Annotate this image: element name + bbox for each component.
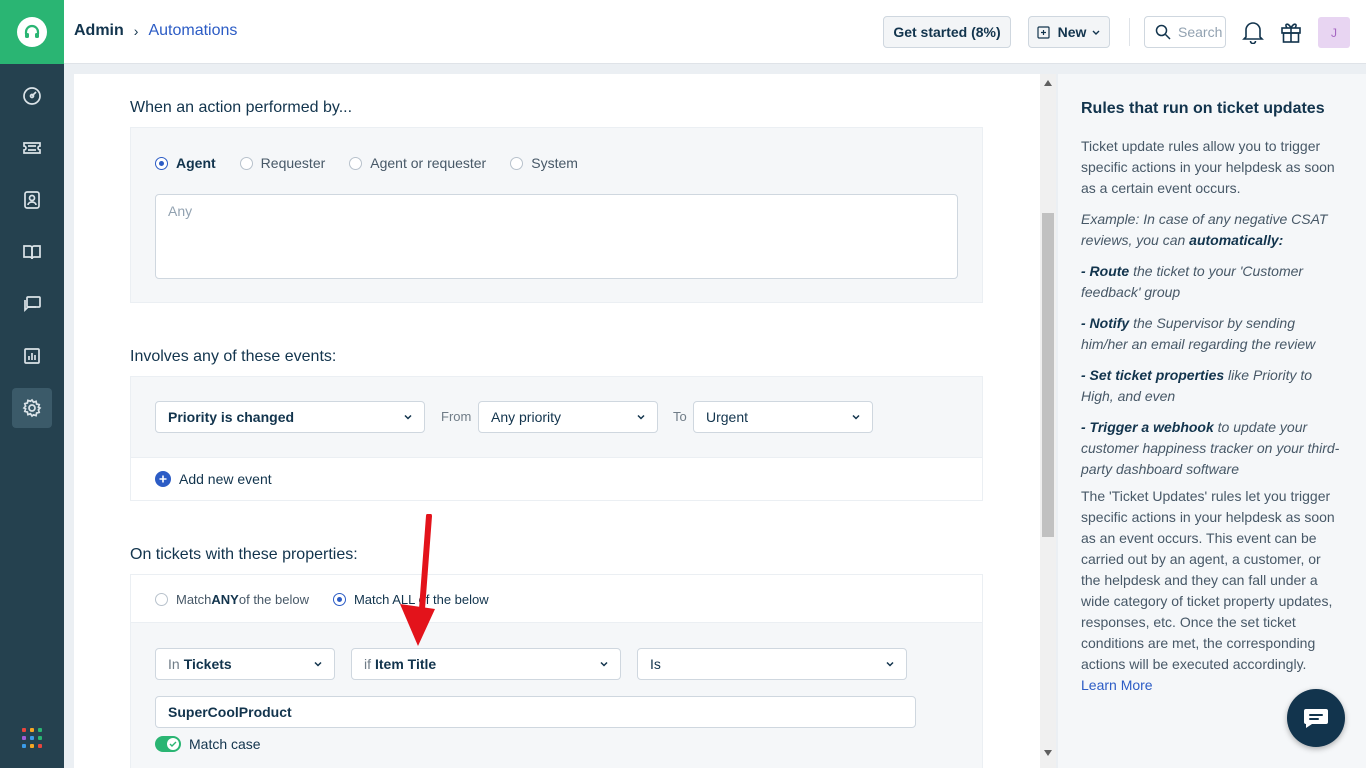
help-bullet-route: - Route the ticket to your 'Customer fee… [1081,263,1304,300]
radio-requester[interactable]: Requester [239,155,325,171]
avatar[interactable]: J [1318,17,1350,48]
event-type-select[interactable]: Priority is changed [155,401,425,433]
events-card: Priority is changed From Any priority To… [130,376,983,501]
radio-agent-or-requester[interactable]: Agent or requester [349,155,486,171]
check-icon [169,741,177,747]
annotation-arrow [400,514,435,646]
scroll-up-arrow-icon[interactable] [1044,80,1052,86]
admin-gear-icon[interactable] [12,388,52,428]
from-label: From [441,409,472,424]
forums-icon[interactable] [12,284,52,324]
plus-circle-icon [155,471,171,487]
chevron-down-icon [600,661,608,667]
chevron-down-icon [852,414,860,420]
radio-agent[interactable]: Agent [155,155,216,171]
header-divider [1129,18,1130,46]
top-header: Admin › Automations Get started (8%) New… [64,0,1366,64]
to-priority-select[interactable]: Urgent [693,401,873,433]
chat-bubble-icon [1304,709,1328,728]
chevron-down-icon [886,661,894,667]
radio-system[interactable]: System [510,155,578,171]
radio-match-any[interactable]: Match ANY of the below [155,592,309,607]
scrollbar-thumb[interactable] [1042,213,1054,537]
performed-by-title: When an action performed by... [130,99,353,116]
from-priority-select[interactable]: Any priority [478,401,658,433]
chat-widget-button[interactable] [1287,689,1345,747]
performed-by-card: Agent Requester Agent or requester Syste… [130,127,983,303]
performed-by-agents-field[interactable]: Any [155,194,958,279]
toggle-switch[interactable] [155,736,181,752]
chevron-down-icon [404,414,412,420]
contacts-icon[interactable] [12,180,52,220]
condition-operator-select[interactable]: Is [637,648,907,680]
scroll-down-arrow-icon[interactable] [1044,750,1052,756]
help-body: The 'Ticket Updates' rules let you trigg… [1081,488,1335,672]
search-placeholder: Search [1178,24,1223,40]
get-started-button[interactable]: Get started (8%) [883,16,1011,48]
search-input[interactable]: Search [1144,16,1226,48]
match-case-label: Match case [189,736,261,752]
help-side-panel: Rules that run on ticket updates Ticket … [1058,74,1366,768]
breadcrumb-admin[interactable]: Admin [74,22,124,40]
automation-form: When an action performed by... Agent Req… [74,74,1040,768]
new-button[interactable]: New [1028,16,1110,48]
tickets-icon[interactable] [12,128,52,168]
chevron-down-icon [314,661,322,667]
condition-field-select[interactable]: if Item Title [351,648,621,680]
plus-square-icon [1036,25,1050,39]
events-title: Involves any of these events: [130,348,337,365]
help-bullet-notify: - Notify the Supervisor by sending him/h… [1081,315,1316,352]
new-button-label: New [1057,24,1087,40]
sidebar [0,0,64,768]
agents-field-placeholder: Any [168,203,193,219]
breadcrumb: Admin › Automations [74,22,237,40]
add-new-event-button[interactable]: Add new event [131,457,982,500]
add-new-event-label: Add new event [179,471,272,487]
to-label: To [673,409,687,424]
chevron-down-icon [1092,30,1100,35]
headset-icon [17,17,47,47]
dashboard-icon[interactable] [12,76,52,116]
learn-more-link[interactable]: Learn More [1081,677,1153,693]
help-bullet-properties: - Set ticket properties like Priority to… [1081,367,1313,404]
notifications-bell-icon[interactable] [1242,20,1264,49]
help-intro: Ticket update rules allow you to trigger… [1081,138,1335,196]
properties-title: On tickets with these properties: [130,546,358,563]
help-bullet-webhook: - Trigger a webhook to update your custo… [1081,419,1340,477]
apps-grid-icon[interactable] [22,728,42,748]
search-icon [1155,24,1171,40]
condition-scope-select[interactable]: In Tickets [155,648,335,680]
condition-value-input[interactable]: SuperCoolProduct [155,696,916,728]
match-type-row: Match ANY of the below Match ALL of the … [131,575,982,623]
help-title: Rules that run on ticket updates [1081,100,1325,117]
chevron-right-icon: › [133,23,139,39]
performed-by-options: Agent Requester Agent or requester Syste… [155,155,578,171]
freshdesk-logo[interactable] [0,0,64,64]
match-case-toggle[interactable]: Match case [155,736,261,752]
breadcrumb-automations[interactable]: Automations [148,22,237,40]
gift-icon[interactable] [1280,20,1302,49]
solutions-book-icon[interactable] [12,232,52,272]
chevron-down-icon [637,414,645,420]
properties-card: Match ANY of the below Match ALL of the … [130,574,983,768]
help-example: Example: In case of any negative CSAT re… [1081,211,1328,248]
reports-icon[interactable] [12,336,52,376]
